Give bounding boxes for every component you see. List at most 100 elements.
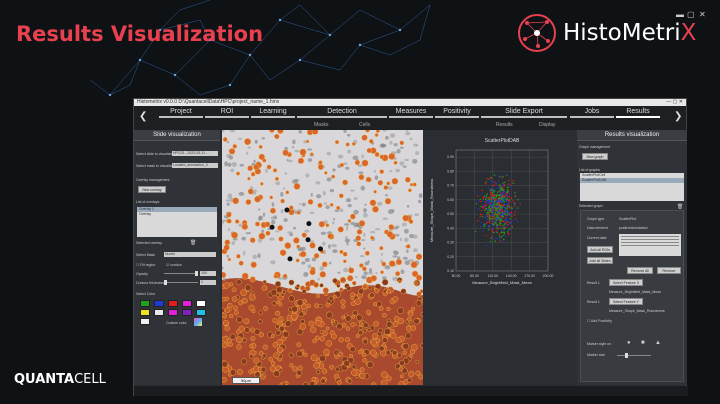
tab-slide-export[interactable]: Slide Export — [481, 108, 567, 118]
add-all-slides-button[interactable]: Add all Slides — [587, 257, 613, 264]
contour-thickness-value[interactable]: 1 — [200, 280, 216, 285]
scatter-point — [485, 234, 488, 237]
scatter-point — [508, 192, 511, 195]
new-overlay-button[interactable]: New overlay — [138, 186, 166, 193]
scatter-point — [496, 231, 498, 234]
color-swatch[interactable] — [168, 309, 178, 316]
contour-checkbox[interactable]: ☑ contour — [166, 263, 182, 267]
scatter-point — [499, 224, 502, 227]
add-all-rois-button[interactable]: Add all ROIs — [587, 246, 613, 253]
overlay-management-label: Overlay management — [136, 178, 170, 182]
maximize-icon[interactable]: ▢ — [687, 10, 695, 19]
opacity-slider[interactable] — [164, 271, 198, 276]
scatter-point — [493, 214, 495, 217]
color-swatch[interactable] — [140, 300, 150, 307]
color-swatch[interactable] — [168, 300, 178, 307]
scatter-point — [500, 220, 503, 222]
x-tick-label: 110.00 — [488, 274, 498, 278]
subtab-cells[interactable]: Cells — [359, 122, 370, 128]
square-marker-icon[interactable]: ■ — [641, 340, 645, 346]
color-swatch[interactable] — [182, 309, 192, 316]
tab-detection[interactable]: Detection — [297, 108, 387, 118]
tab-measures[interactable]: Measures — [389, 108, 433, 118]
tab-project[interactable]: Project — [159, 108, 203, 118]
scatter-point — [478, 200, 480, 202]
scatter-point — [504, 211, 507, 214]
scatter-point — [513, 214, 516, 217]
scatter-point — [495, 203, 498, 205]
tab-positivity[interactable]: Positivity — [435, 108, 479, 118]
scatter-point — [502, 201, 504, 203]
triangle-marker-icon[interactable]: ▲ — [655, 340, 661, 346]
subtab-results[interactable]: Results — [496, 122, 513, 128]
scatter-point — [499, 210, 501, 213]
marker-style-label: Marker style on — [587, 342, 611, 346]
select-feature-y-button[interactable]: Select Feature Y — [609, 298, 643, 305]
custom-color-picker[interactable] — [194, 318, 202, 326]
color-swatch[interactable] — [140, 309, 150, 316]
opacity-value[interactable]: 100 — [200, 271, 216, 276]
current-data-list[interactable] — [619, 234, 681, 256]
marker-size-slider[interactable] — [617, 353, 651, 358]
status-bar — [134, 386, 688, 396]
scatter-point — [491, 191, 494, 194]
y-tick-label: 0.50 — [447, 212, 454, 216]
selected-graph-label: Selected graph — [579, 204, 603, 208]
list-item[interactable]: ScatterPlotDAB — [580, 178, 684, 183]
scatter-point — [504, 195, 507, 198]
select-mask-dropdown[interactable]: Located_annotation_3 — [172, 163, 218, 168]
minimize-icon[interactable]: ▬ — [676, 10, 684, 19]
scatter-plot[interactable]: ScatterPlotDAB 50.00 80.00 110.00 140.00 170.… — [425, 130, 575, 385]
add-positivity-checkbox[interactable]: ☐ Add Positivity — [587, 319, 612, 323]
circle-marker-icon[interactable]: ● — [627, 340, 631, 346]
scatter-point — [485, 203, 487, 206]
scatter-point — [517, 198, 519, 201]
color-swatch[interactable] — [140, 318, 150, 325]
scatter-point — [494, 197, 497, 199]
contour-thickness-slider[interactable] — [164, 280, 198, 285]
close-icon[interactable]: ✕ — [699, 10, 706, 19]
remove-button[interactable]: Remove — [657, 267, 681, 274]
chart-title: ScatterPlotDAB — [485, 138, 520, 144]
subtab-display[interactable]: Display — [539, 122, 555, 128]
nav-forward-icon[interactable]: ❯ — [674, 111, 682, 122]
select-feature-x-button[interactable]: Select Feature X — [609, 279, 643, 286]
scatter-point — [486, 178, 489, 180]
y-tick-label: 0.90 — [447, 155, 454, 159]
remove-all-button[interactable]: Remove All — [627, 267, 653, 274]
color-swatch[interactable] — [196, 309, 206, 316]
scatter-point — [480, 200, 482, 203]
scatter-point — [498, 232, 501, 235]
tab-learning[interactable]: Learning — [251, 108, 295, 118]
color-swatch[interactable] — [196, 300, 206, 307]
scatter-point — [488, 199, 490, 202]
scatter-point — [508, 195, 511, 198]
scatter-point — [485, 181, 487, 183]
tab-results[interactable]: Results — [616, 108, 660, 118]
fill-region-checkbox[interactable]: ☐ Fill region — [136, 263, 155, 267]
color-swatch[interactable] — [154, 309, 164, 316]
slide-viewer[interactable]: 50µm — [222, 130, 423, 385]
tab-jobs[interactable]: Jobs — [570, 108, 614, 118]
scatter-point — [510, 215, 513, 218]
graph-type-value[interactable]: ScatterPlot — [619, 217, 636, 221]
scatter-point — [510, 197, 513, 200]
list-item[interactable]: Overlay — [137, 212, 217, 217]
nav-back-icon[interactable]: ❮ — [139, 111, 147, 122]
mask-dropdown[interactable]: Nuclei — [164, 252, 216, 257]
trash-icon[interactable]: 🗑 — [190, 240, 196, 246]
scatter-point — [510, 207, 513, 209]
marker-size-label: Marker size — [587, 353, 606, 357]
scatter-point — [495, 200, 497, 203]
select-slide-dropdown[interactable]: HPC03 - 2022-03-11 ... — [172, 151, 218, 156]
color-swatch[interactable] — [182, 300, 192, 307]
window-controls[interactable]: — ▢ ✕ — [666, 99, 683, 106]
scatter-point — [493, 199, 496, 202]
select-slide-label: Select slide to visualize — [136, 152, 173, 156]
color-swatch[interactable] — [154, 300, 164, 307]
data-element-value[interactable]: positiveAnnotation — [619, 226, 648, 230]
tab-roi[interactable]: ROI — [205, 108, 249, 118]
subtab-masks[interactable]: Masks — [314, 122, 328, 128]
scatter-point — [503, 212, 505, 214]
new-graph-button[interactable]: New graph — [582, 153, 608, 160]
